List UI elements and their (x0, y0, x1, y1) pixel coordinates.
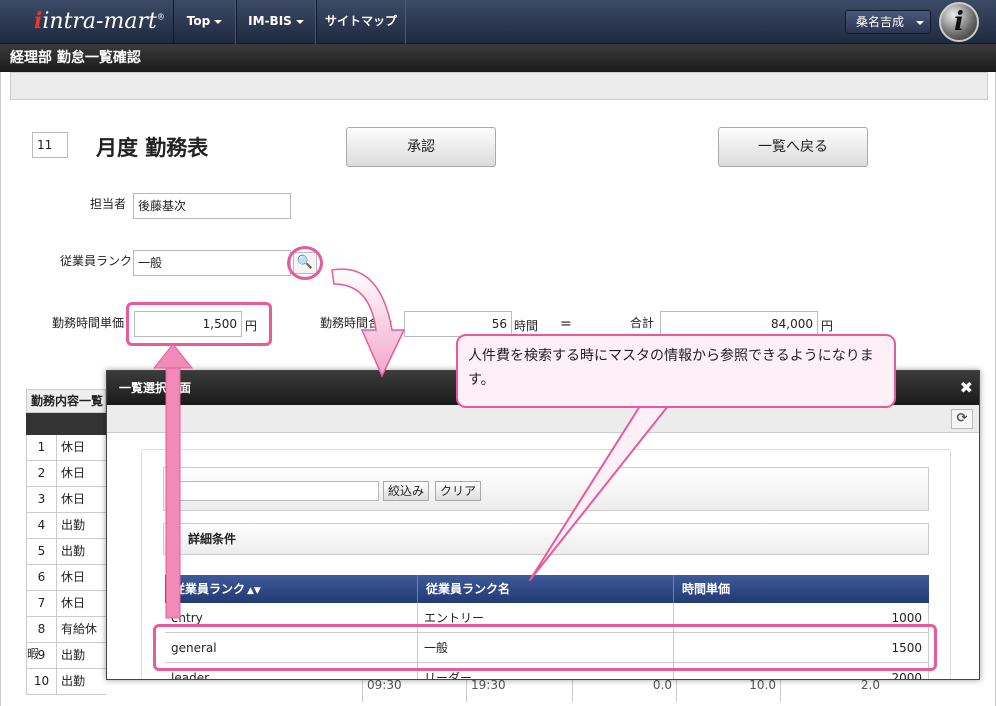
work-list-header (26, 413, 106, 435)
dialog-title-text: 一覧選択画面 (119, 381, 192, 395)
table-row[interactable]: 8 有給休暇 (26, 617, 106, 661)
work-type: 休日 (61, 466, 86, 480)
detail-conditions-toggle[interactable]: 詳細条件 (163, 523, 929, 555)
rank-field[interactable]: 一般 (133, 250, 291, 276)
chevron-down-icon (214, 19, 223, 24)
nav-sitemap[interactable]: サイトマップ (316, 0, 406, 44)
dialog-toolbar: ⟳ (107, 405, 979, 433)
column-header-hourly-price[interactable]: 時間単価 (674, 575, 929, 603)
work-type: 出勤 (61, 674, 86, 688)
page-title: 経理部 勤怠一覧確認 (0, 44, 996, 72)
table-row[interactable]: 10 出勤 (26, 669, 106, 695)
filter-button[interactable]: 絞込み (383, 481, 430, 501)
row-number: 4 (27, 513, 57, 538)
row-number: 6 (27, 565, 57, 590)
work-type: 出勤 (61, 518, 86, 532)
person-label: 担当者 (90, 197, 127, 211)
hours-suffix: 時間 (514, 319, 539, 333)
column-header-rank-label: 従業員ランク (173, 582, 246, 596)
chevron-down-icon (295, 19, 304, 24)
back-to-list-button[interactable]: 一覧へ戻る (718, 127, 868, 167)
work-type: 休日 (61, 440, 86, 454)
info-icon[interactable]: i (939, 2, 979, 42)
sort-icon[interactable]: ▲▼ (247, 586, 261, 596)
work-type: 休日 (61, 492, 86, 506)
row-number: 9 (27, 643, 57, 668)
month-title: 月度 勤務表 (96, 136, 209, 160)
close-icon[interactable]: ✖ (960, 371, 973, 405)
total-label: 合計 (630, 316, 655, 330)
row-number: 8 (27, 617, 57, 642)
table-row[interactable]: 4 出勤 (26, 513, 106, 539)
grid-header: 従業員ランク ▲▼ 従業員ランク名 時間単価 (165, 575, 929, 603)
rank-label: 従業員ランク (60, 254, 133, 268)
search-input[interactable] (177, 481, 379, 501)
table-row[interactable]: 5 出勤 (26, 539, 106, 565)
detail-conditions-label: 詳細条件 (188, 532, 237, 546)
user-name: 桑名吉成 (856, 15, 905, 29)
row-number: 2 (27, 461, 57, 486)
nav-top-label: Top (186, 14, 211, 28)
clear-button[interactable]: クリア (435, 481, 482, 501)
logo-text: intra-mart (42, 9, 157, 34)
row-number: 5 (27, 539, 57, 564)
row-number: 3 (27, 487, 57, 512)
explanation-callout: 人件費を検索する時にマスタの情報から参照できるようになります。 (456, 334, 896, 408)
page-border (0, 72, 1, 706)
nav-im-bis-label: IM-BIS (248, 14, 292, 28)
table-row[interactable]: 3 休日 (26, 487, 106, 513)
column-header-rank[interactable]: 従業員ランク ▲▼ (165, 575, 418, 603)
work-list-title: 勤務内容一覧 (26, 389, 106, 413)
row-number: 7 (27, 591, 57, 616)
page-toolbar (10, 72, 988, 100)
highlight-ring (287, 246, 323, 280)
month-input[interactable]: 11 (32, 132, 68, 158)
intra-mart-logo[interactable]: iintra-mart® (34, 8, 165, 34)
vertical-arrow-head (152, 343, 194, 369)
column-header-rank-name[interactable]: 従業員ランク名 (418, 575, 674, 603)
top-navbar: iintra-mart® Top IM-BIS サイトマップ 桑名吉成 i (0, 0, 996, 44)
table-row[interactable]: 6 休日 (26, 565, 106, 591)
equals-sign: = (560, 316, 572, 332)
nav-im-bis[interactable]: IM-BIS (236, 0, 316, 44)
table-row[interactable]: 9 出勤 (26, 643, 106, 669)
table-row[interactable]: 2 休日 (26, 461, 106, 487)
nav-sitemap-label: サイトマップ (324, 14, 397, 28)
row-number: 10 (27, 669, 57, 694)
refresh-icon[interactable]: ⟳ (951, 409, 973, 429)
nav-top[interactable]: Top (173, 0, 236, 44)
table-row[interactable]: 7 休日 (26, 591, 106, 617)
work-type: 出勤 (61, 648, 86, 662)
highlight-ring (126, 302, 272, 346)
hours-label: 勤務時間合計 (320, 316, 393, 330)
work-type: 休日 (61, 596, 86, 610)
chevron-down-icon (916, 21, 924, 25)
work-type: 休日 (61, 570, 86, 584)
unit-price-label: 勤務時間単価 (52, 316, 125, 330)
work-type: 出勤 (61, 544, 86, 558)
table-row[interactable]: 1 休日 (26, 435, 106, 461)
person-field[interactable]: 後藤基次 (133, 193, 291, 219)
highlight-ring (153, 624, 937, 671)
total-suffix: 円 (821, 319, 834, 333)
row-number: 1 (27, 435, 57, 460)
user-menu[interactable]: 桑名吉成 (845, 10, 931, 34)
approve-button[interactable]: 承認 (346, 127, 496, 167)
